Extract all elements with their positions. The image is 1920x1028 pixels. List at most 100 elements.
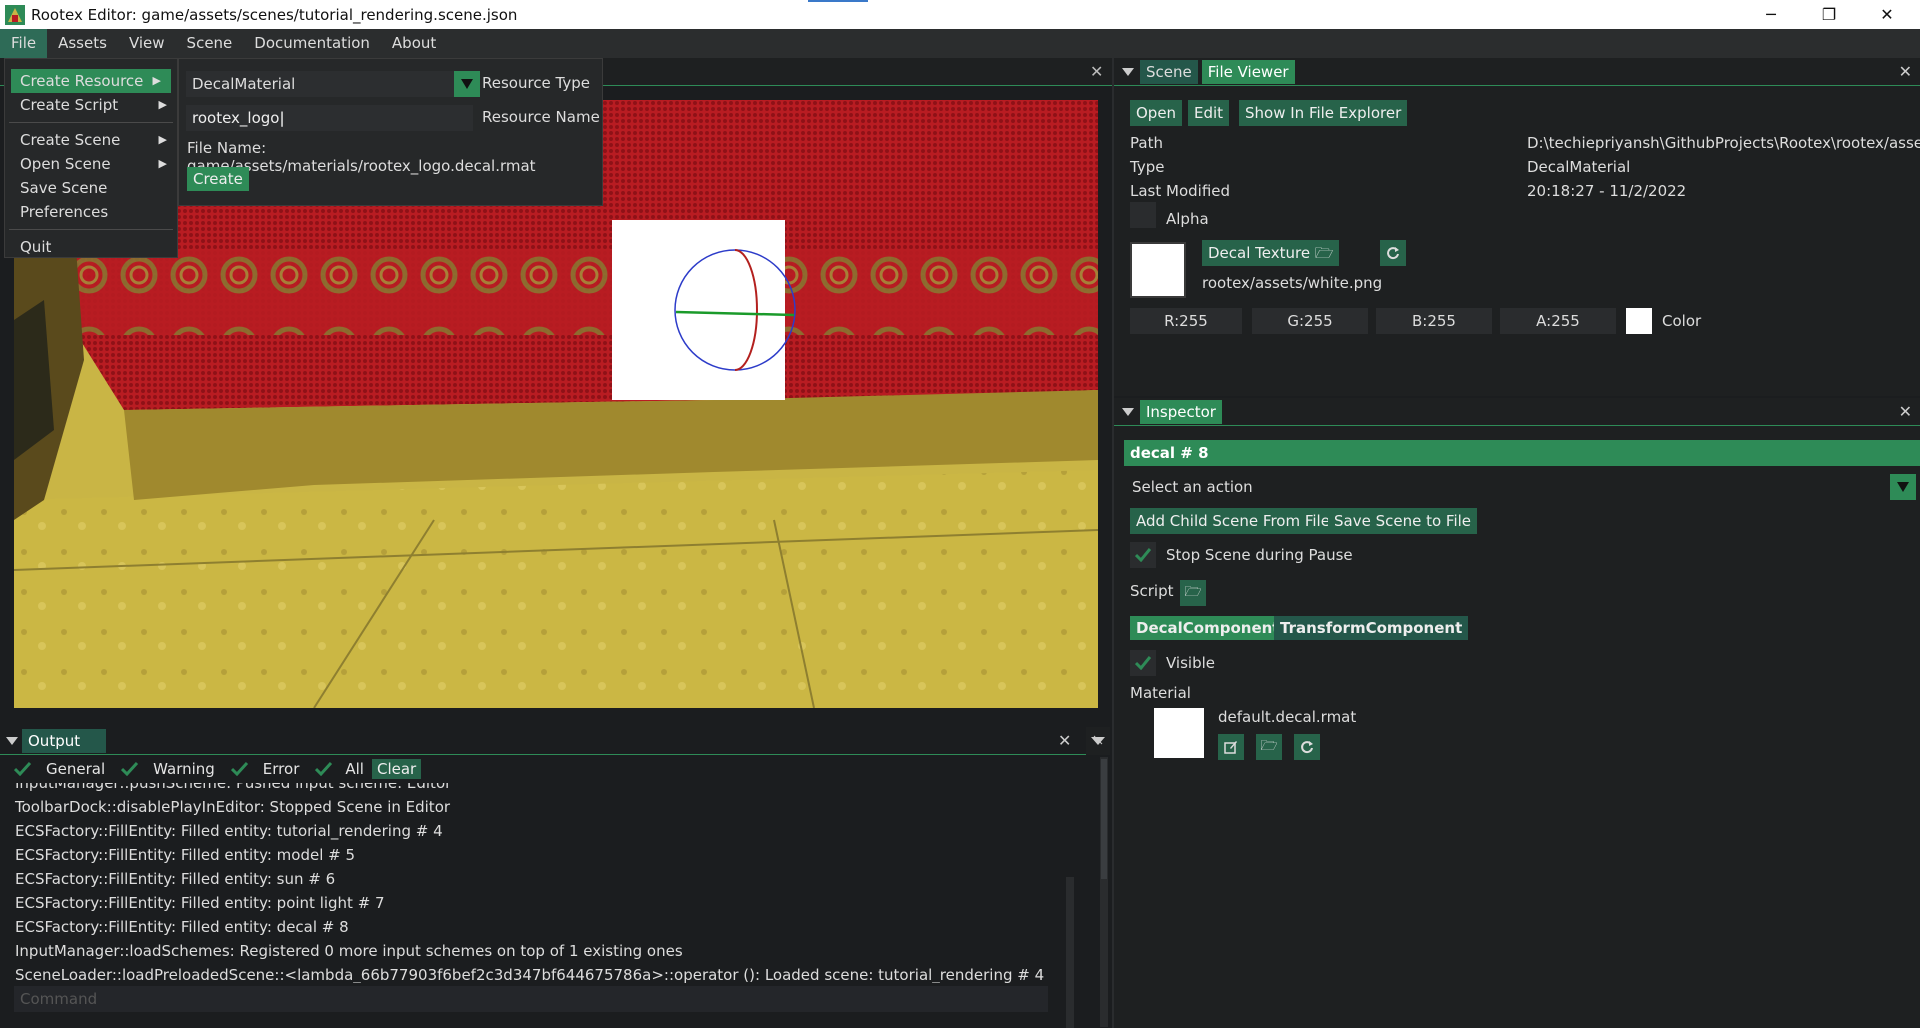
tab-scene[interactable]: Scene <box>1140 59 1198 84</box>
texture-thumbnail[interactable] <box>1130 242 1186 298</box>
filter-general-label: General <box>46 760 106 778</box>
close-output-icon[interactable]: ✕ <box>1058 731 1071 750</box>
open-button[interactable]: Open <box>1130 100 1183 126</box>
menu-assets[interactable]: Assets <box>47 29 118 58</box>
add-child-scene-button[interactable]: Add Child Scene From File <box>1130 508 1336 534</box>
tab-output[interactable]: Output <box>22 729 106 753</box>
collapse-triangle-icon[interactable] <box>1122 67 1134 76</box>
menu-label: Preferences <box>20 203 109 221</box>
texture-path: rootex/assets/white.png <box>1202 274 1383 292</box>
entity-header[interactable]: decal # 8 <box>1124 440 1920 466</box>
log-line: ECSFactory::FillEntity: Filled entity: s… <box>15 870 336 888</box>
checkmark-icon[interactable] <box>14 762 32 776</box>
log-line: InputManager::loadSchemes: Registered 0 … <box>15 942 683 960</box>
close-window-button[interactable]: ✕ <box>1858 0 1916 29</box>
focus-indicator <box>808 0 868 2</box>
save-scene-to-file-button[interactable]: Save Scene to File <box>1328 508 1478 534</box>
visible-checkbox[interactable] <box>1130 650 1156 676</box>
menu-create-script[interactable]: Create Script ▶ <box>5 93 177 117</box>
menu-view[interactable]: View <box>118 29 176 58</box>
resource-type-select[interactable]: DecalMaterial <box>186 71 480 97</box>
decal-texture-button[interactable]: Decal Texture 🗁 <box>1202 240 1340 266</box>
action-dropdown-button[interactable] <box>1890 474 1916 500</box>
menu-bar: File Assets View Scene Documentation Abo… <box>0 29 1920 58</box>
clear-button[interactable]: Clear <box>371 759 422 779</box>
tab-file-viewer[interactable]: File Viewer <box>1201 59 1295 84</box>
checkmark-icon[interactable] <box>230 762 249 776</box>
close-panel-icon[interactable]: ✕ <box>1899 62 1912 81</box>
file-menu-dropdown: Create Resource ▶ Create Script ▶ Create S… <box>4 58 178 258</box>
create-resource-submenu: DecalMaterial Resource Type rootex_logo|… <box>178 58 603 206</box>
chevron-down-icon <box>1897 482 1909 492</box>
menu-file[interactable]: File <box>0 29 48 58</box>
resource-name-label: Resource Name <box>482 108 600 126</box>
file-viewer-panel: Scene File Viewer ✕ Open Edit Show In Fi… <box>1114 58 1920 396</box>
color-b-field[interactable]: B:255 <box>1376 308 1492 334</box>
menu-create-resource[interactable]: Create Resource ▶ <box>11 69 171 93</box>
reload-texture-button[interactable] <box>1380 240 1406 266</box>
create-button[interactable]: Create <box>187 167 249 191</box>
output-header: Output ✕ <box>0 727 1090 755</box>
menu-about[interactable]: About <box>381 29 447 58</box>
tab-inspector[interactable]: Inspector <box>1140 399 1222 424</box>
submenu-arrow-icon: ▶ <box>158 98 167 111</box>
menu-quit[interactable]: Quit <box>5 235 177 259</box>
menu-preferences[interactable]: Preferences <box>5 200 177 224</box>
command-input[interactable]: Command <box>14 986 1048 1012</box>
log-list: InputManager::pushScheme: Pushed input s… <box>0 783 1064 983</box>
edit-button[interactable]: Edit <box>1188 100 1230 126</box>
color-swatch[interactable] <box>1626 308 1652 334</box>
collapse-triangle-icon[interactable] <box>1122 407 1134 416</box>
restore-icon: ❐ <box>1821 5 1837 24</box>
checkmark-icon[interactable] <box>315 762 333 776</box>
menu-create-scene[interactable]: Create Scene ▶ <box>5 128 177 152</box>
color-g-field[interactable]: G:255 <box>1252 308 1368 334</box>
tab-transform-component[interactable]: TransformComponent <box>1274 616 1469 640</box>
log-scrollbar[interactable] <box>1066 877 1074 1028</box>
menu-label: Quit <box>20 238 52 256</box>
output-panel: Output ✕ General Warning Error All Clear… <box>0 727 1110 1028</box>
filter-warning-label: Warning <box>153 760 215 778</box>
close-panel-icon[interactable]: ✕ <box>1899 402 1912 421</box>
stop-scene-checkbox[interactable] <box>1130 542 1156 568</box>
filter-error-label: Error <box>262 760 300 778</box>
submenu-arrow-icon: ▶ <box>152 74 161 87</box>
menu-documentation[interactable]: Documentation <box>243 29 381 58</box>
close-icon: ✕ <box>1880 5 1894 24</box>
folder-open-icon: 🗁 <box>1314 244 1334 262</box>
minimize-button[interactable]: ─ <box>1742 0 1800 29</box>
output-scrollbar-thumb[interactable] <box>1101 759 1107 879</box>
menu-open-scene[interactable]: Open Scene ▶ <box>5 152 177 176</box>
collapse-triangle-icon[interactable] <box>6 737 18 745</box>
tab-decal-component[interactable]: DecalComponent <box>1130 616 1286 640</box>
script-browse-button[interactable]: 🗁 <box>1180 580 1206 606</box>
menu-scene[interactable]: Scene <box>176 29 244 58</box>
folder-open-icon: 🗁 <box>1260 738 1278 754</box>
material-value: default.decal.rmat <box>1218 708 1357 726</box>
viewport-close-icon[interactable]: ✕ <box>1090 62 1103 81</box>
dropdown-arrow-button[interactable] <box>454 71 480 97</box>
folder-open-icon: 🗁 <box>1184 584 1202 600</box>
material-thumbnail[interactable] <box>1154 708 1204 758</box>
file-viewer-header: Scene File Viewer ✕ <box>1114 58 1920 86</box>
action-select[interactable]: Select an action <box>1124 474 1916 500</box>
reload-material-button[interactable] <box>1294 734 1320 760</box>
show-in-explorer-button[interactable]: Show In File Explorer <box>1239 100 1408 126</box>
resource-name-input[interactable]: rootex_logo| <box>186 105 473 131</box>
alpha-label: Alpha <box>1166 210 1209 228</box>
checkmark-icon[interactable] <box>121 762 139 776</box>
edit-material-button[interactable] <box>1218 734 1244 760</box>
color-r-field[interactable]: R:255 <box>1130 308 1242 334</box>
decal-preview[interactable] <box>612 220 785 400</box>
script-label: Script <box>1130 582 1174 600</box>
browse-material-button[interactable]: 🗁 <box>1256 734 1282 760</box>
log-line: ECSFactory::FillEntity: Filled entity: p… <box>15 894 385 912</box>
color-a-field[interactable]: A:255 <box>1500 308 1616 334</box>
color-label: Color <box>1662 312 1702 330</box>
alpha-checkbox[interactable] <box>1130 202 1156 228</box>
menu-save-scene[interactable]: Save Scene <box>5 176 177 200</box>
dock-options-button[interactable] <box>1086 727 1110 755</box>
maximize-button[interactable]: ❐ <box>1800 0 1858 29</box>
edit-icon <box>1224 741 1237 754</box>
log-line: ToolbarDock::disablePlayInEditor: Stoppe… <box>15 798 451 816</box>
